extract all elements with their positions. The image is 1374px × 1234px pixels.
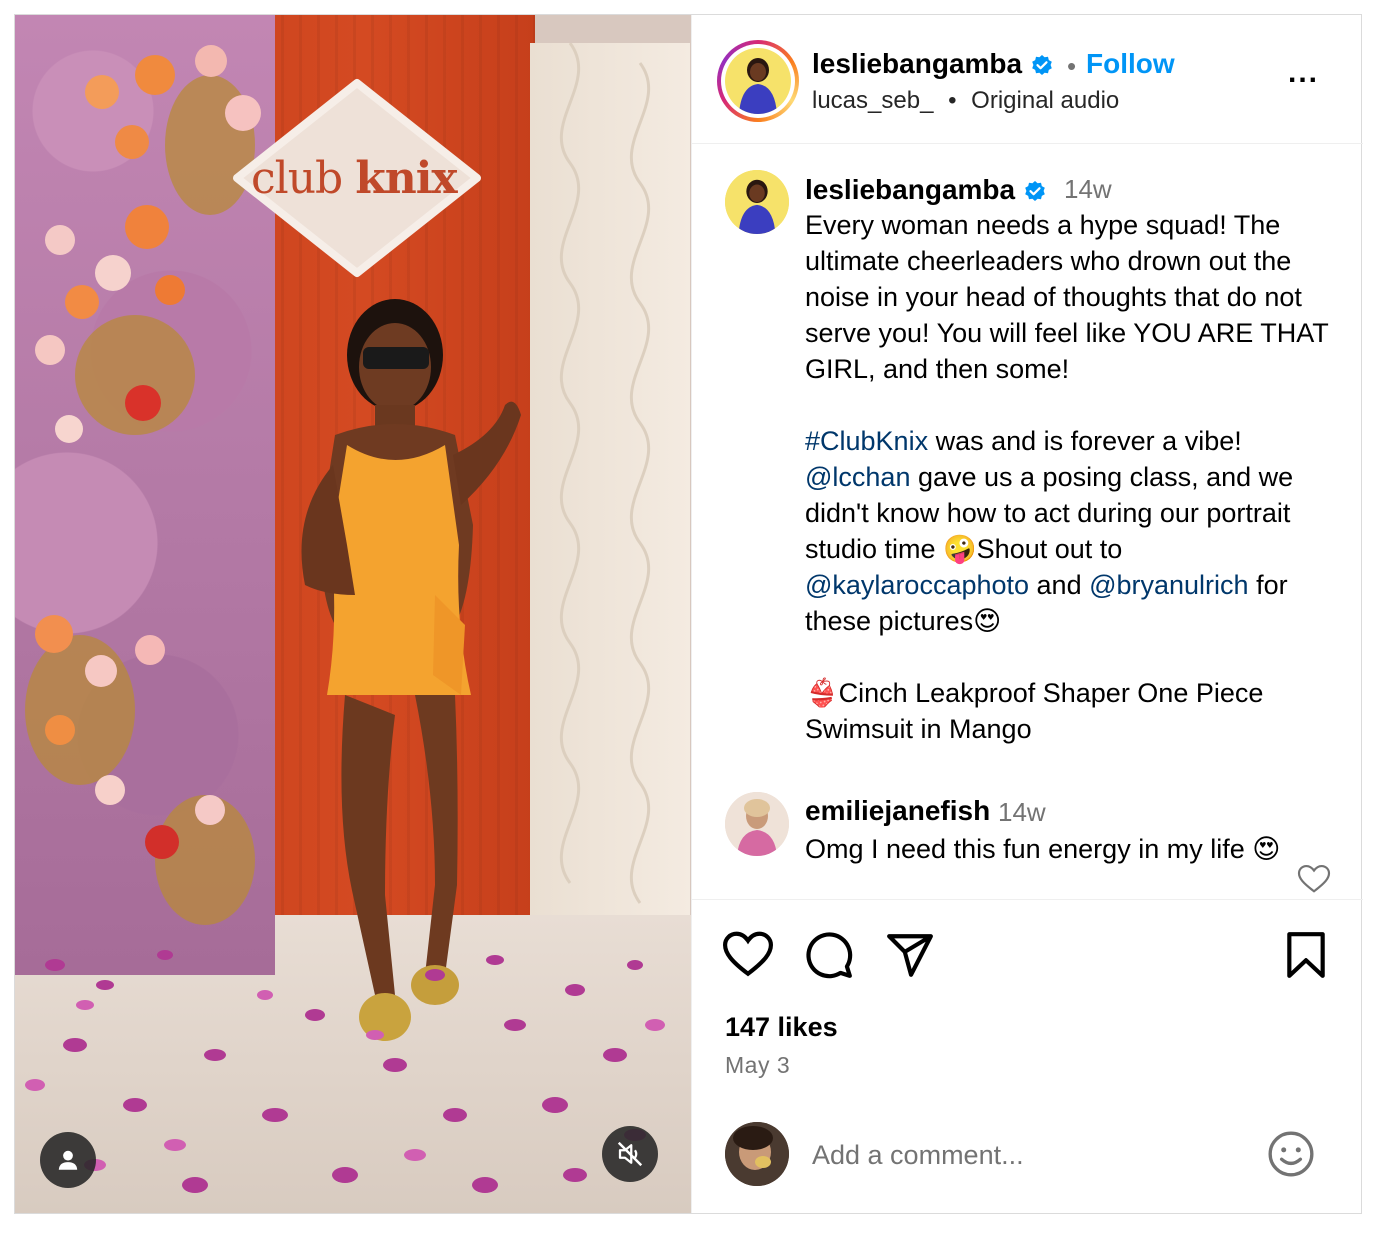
mention-link[interactable]: @bryanulrich [1089, 570, 1248, 600]
verified-badge-icon [1032, 54, 1052, 75]
header-separator: • [1067, 51, 1077, 81]
post-actions: 147 likes May 3 [692, 899, 1363, 1119]
caption-paragraph-1: Every woman needs a hype squad! The ulti… [805, 210, 1329, 384]
audio-separator: • [948, 87, 957, 114]
caption-timestamp[interactable]: 14w [1064, 174, 1112, 205]
post-video[interactable]: club knix [15, 15, 691, 1213]
audio-attribution: lucas_seb_ • Original audio [812, 87, 1119, 115]
comment-text: Omg I need this fun energy in my life 😍 [805, 834, 1281, 864]
mention-link[interactable]: @kaylaroccaphoto [805, 570, 1029, 600]
likes-count[interactable]: 147 likes [725, 1012, 838, 1043]
author-avatar-story-ring[interactable] [717, 40, 799, 122]
hashtag-link[interactable]: #ClubKnix [805, 426, 928, 456]
author-avatar [725, 48, 791, 114]
comment-input[interactable] [812, 1135, 1252, 1175]
post-date[interactable]: May 3 [725, 1052, 790, 1079]
user-icon [58, 1150, 78, 1170]
comment-like-heart-icon[interactable] [1297, 864, 1331, 894]
commenter-username[interactable]: emiliejanefish [805, 795, 990, 827]
instagram-post: club knix lesliebangamba • Follow lucas_… [14, 14, 1363, 1214]
caption-paragraph-3: 👙Cinch Leakproof Shaper One Piece Swimsu… [805, 678, 1264, 744]
original-audio-link[interactable]: Original audio [971, 87, 1119, 114]
commenter-avatar[interactable] [725, 792, 789, 856]
follow-button[interactable]: Follow [1086, 48, 1175, 80]
caption-text: Every woman needs a hype squad! The ulti… [805, 207, 1345, 747]
caption-avatar[interactable] [725, 170, 789, 234]
audio-user-link[interactable]: lucas_seb_ [812, 87, 933, 114]
comment-timestamp[interactable]: 14w [998, 797, 1046, 828]
post-header: lesliebangamba • Follow lucas_seb_ • Ori… [692, 15, 1363, 144]
emoji-icon[interactable] [1266, 1129, 1316, 1179]
mention-link[interactable]: @lcchan [805, 462, 910, 492]
current-user-avatar [725, 1122, 789, 1186]
mute-button[interactable] [602, 1126, 658, 1182]
caption-username[interactable]: lesliebangamba [805, 174, 1047, 206]
comment-bubble-icon[interactable] [804, 930, 854, 980]
comments-section: lesliebangamba 14w Every woman needs a h… [692, 145, 1363, 899]
verified-badge-icon [1025, 180, 1045, 201]
add-comment-bar [692, 1105, 1363, 1213]
share-send-icon[interactable] [885, 930, 935, 980]
caption-paragraph-2: #ClubKnix was and is forever a vibe! @lcc… [805, 426, 1294, 636]
like-heart-icon[interactable] [723, 930, 773, 980]
tagged-users-button[interactable] [40, 1132, 96, 1188]
post-details-panel: lesliebangamba • Follow lucas_seb_ • Ori… [691, 15, 1363, 1213]
save-bookmark-icon[interactable] [1281, 930, 1331, 980]
author-username[interactable]: lesliebangamba [812, 48, 1054, 80]
speaker-muted-icon [617, 1141, 643, 1167]
more-options-button[interactable]: ... [1288, 58, 1328, 93]
petal-floor [25, 950, 665, 1193]
